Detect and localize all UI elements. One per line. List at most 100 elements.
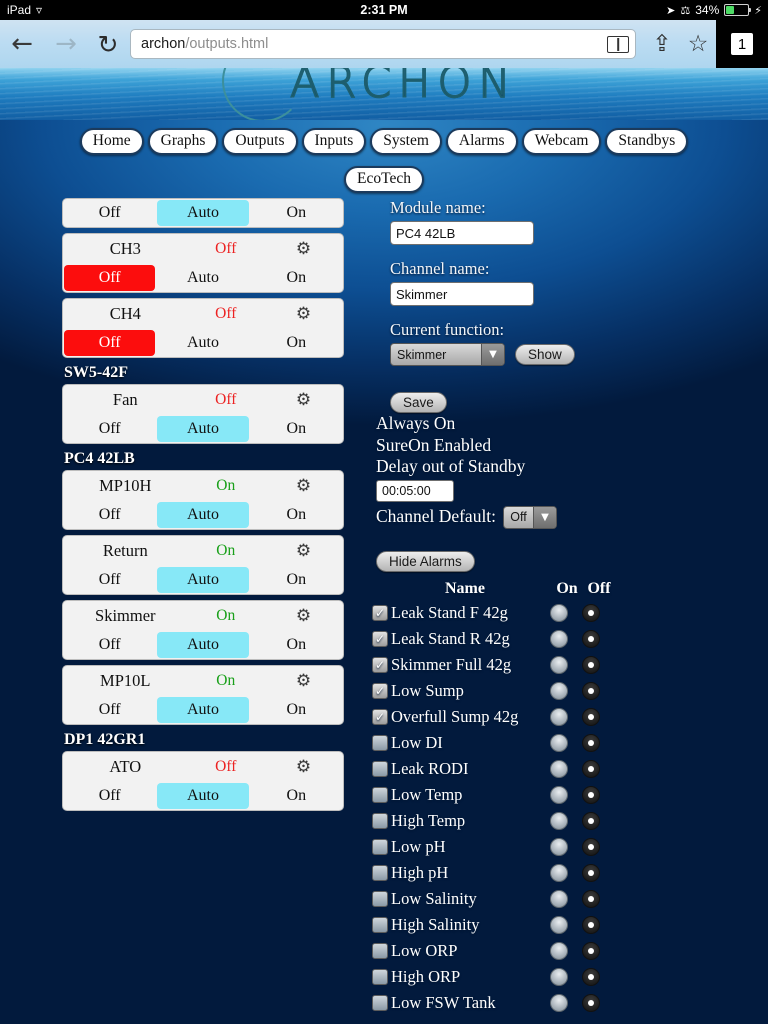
nav-item-alarms[interactable]: Alarms	[445, 128, 518, 155]
nav-item-webcam[interactable]: Webcam	[521, 128, 602, 155]
forward-arrow-icon[interactable]: →	[44, 31, 88, 57]
alarm-radio-on[interactable]	[550, 681, 568, 700]
alarm-radio-off[interactable]	[582, 759, 600, 778]
alarm-checkbox[interactable]: ✓	[372, 630, 388, 647]
mode-on-button[interactable]: On	[251, 265, 342, 291]
alarm-radio-off[interactable]	[582, 889, 600, 908]
share-icon[interactable]: ⇪	[644, 32, 680, 56]
back-arrow-icon[interactable]: ←	[0, 31, 44, 57]
alarm-radio-on[interactable]	[550, 759, 568, 778]
mode-on-button[interactable]: On	[251, 632, 342, 658]
alarm-radio-off[interactable]	[582, 993, 600, 1012]
address-bar[interactable]: archon /outputs.html	[130, 29, 636, 59]
mode-off-button[interactable]: Off	[64, 330, 156, 356]
alarm-radio-on[interactable]	[550, 603, 568, 622]
mode-off-button[interactable]: Off	[64, 265, 156, 291]
mode-on-button[interactable]: On	[251, 330, 342, 356]
mode-on-button[interactable]: On	[251, 200, 342, 226]
alarm-radio-off[interactable]	[582, 681, 600, 700]
gear-icon[interactable]: ⚙	[270, 758, 337, 776]
alarm-radio-off[interactable]	[582, 967, 600, 986]
mode-off-button[interactable]: Off	[64, 416, 155, 442]
output-card[interactable]: ATO Off ⚙ Off Auto On	[62, 751, 344, 811]
mode-off-button[interactable]: Off	[64, 502, 155, 528]
output-card[interactable]: Skimmer On ⚙ Off Auto On	[62, 600, 344, 660]
alarm-radio-on[interactable]	[550, 941, 568, 960]
mode-auto-button[interactable]: Auto	[157, 632, 249, 658]
output-card[interactable]: Return On ⚙ Off Auto On	[62, 535, 344, 595]
output-card[interactable]: CH3 Off ⚙ Off Auto On	[62, 233, 344, 293]
mode-on-button[interactable]: On	[251, 502, 342, 528]
alarm-checkbox[interactable]	[372, 786, 388, 803]
alarm-radio-off[interactable]	[582, 629, 600, 648]
alarm-radio-on[interactable]	[550, 889, 568, 908]
mode-auto-button[interactable]: Auto	[157, 502, 249, 528]
alarm-radio-on[interactable]	[550, 967, 568, 986]
mode-on-button[interactable]: On	[251, 697, 342, 723]
alarm-radio-on[interactable]	[550, 733, 568, 752]
nav-item-outputs[interactable]: Outputs	[222, 128, 298, 155]
alarm-radio-on[interactable]	[550, 993, 568, 1012]
save-button[interactable]: Save	[390, 392, 447, 413]
gear-icon[interactable]: ⚙	[270, 240, 337, 258]
output-card[interactable]: CH4 Off ⚙ Off Auto On	[62, 298, 344, 358]
gear-icon[interactable]: ⚙	[270, 542, 337, 560]
alarm-checkbox[interactable]	[372, 968, 388, 985]
output-card[interactable]: MP10L On ⚙ Off Auto On	[62, 665, 344, 725]
alarm-radio-off[interactable]	[582, 733, 600, 752]
alarm-radio-off[interactable]	[582, 655, 600, 674]
mode-auto-button[interactable]: Auto	[157, 265, 248, 291]
tab-count-button[interactable]: 1	[716, 20, 768, 68]
nav-item-inputs[interactable]: Inputs	[301, 128, 367, 155]
alarm-radio-off[interactable]	[582, 915, 600, 934]
alarm-checkbox[interactable]	[372, 812, 388, 829]
alarm-radio-on[interactable]	[550, 811, 568, 830]
alarm-checkbox[interactable]: ✓	[372, 682, 388, 699]
alarm-radio-off[interactable]	[582, 785, 600, 804]
alarm-checkbox[interactable]: ✓	[372, 656, 388, 673]
mode-off-button[interactable]: Off	[64, 632, 155, 658]
alarm-radio-on[interactable]	[550, 785, 568, 804]
mode-auto-button[interactable]: Auto	[157, 567, 249, 593]
mode-auto-button[interactable]: Auto	[157, 697, 249, 723]
nav-item-system[interactable]: System	[370, 128, 442, 155]
mode-on-button[interactable]: On	[251, 416, 342, 442]
gear-icon[interactable]: ⚙	[270, 305, 337, 323]
mode-off-button[interactable]: Off	[64, 200, 155, 226]
alarm-checkbox[interactable]	[372, 994, 388, 1011]
alarm-radio-on[interactable]	[550, 915, 568, 934]
alarm-radio-off[interactable]	[582, 837, 600, 856]
alarm-checkbox[interactable]: ✓	[372, 604, 388, 621]
output-card[interactable]: Fan Off ⚙ Off Auto On	[62, 384, 344, 444]
channel-name-input[interactable]	[390, 282, 534, 306]
mode-on-button[interactable]: On	[251, 783, 342, 809]
mode-auto-button[interactable]: Auto	[157, 330, 248, 356]
gear-icon[interactable]: ⚙	[270, 391, 337, 409]
nav-item-graphs[interactable]: Graphs	[147, 128, 219, 155]
alarm-checkbox[interactable]	[372, 864, 388, 881]
bookmark-star-icon[interactable]: ☆	[680, 32, 716, 56]
alarm-radio-on[interactable]	[550, 863, 568, 882]
outputs-list[interactable]: Off Auto On CH3 Off ⚙ Off Auto On CH4 Off ⚙ Off Auto O…	[62, 198, 344, 870]
alarm-checkbox[interactable]	[372, 942, 388, 959]
module-name-input[interactable]	[390, 221, 534, 245]
alarm-checkbox[interactable]: ✓	[372, 708, 388, 725]
mode-off-button[interactable]: Off	[64, 783, 155, 809]
alarm-radio-on[interactable]	[550, 707, 568, 726]
gear-icon[interactable]: ⚙	[270, 672, 337, 690]
nav-item-ecotech[interactable]: EcoTech	[344, 166, 424, 193]
alarm-checkbox[interactable]	[372, 916, 388, 933]
mode-auto-button[interactable]: Auto	[157, 416, 249, 442]
nav-item-home[interactable]: Home	[79, 128, 144, 155]
mode-auto-button[interactable]: Auto	[157, 200, 249, 226]
alarm-radio-off[interactable]	[582, 811, 600, 830]
alarm-checkbox[interactable]	[372, 890, 388, 907]
alarm-radio-off[interactable]	[582, 863, 600, 882]
alarm-radio-off[interactable]	[582, 707, 600, 726]
gear-icon[interactable]: ⚙	[270, 477, 337, 495]
alarm-radio-off[interactable]	[582, 941, 600, 960]
alarm-radio-on[interactable]	[550, 837, 568, 856]
output-card[interactable]: MP10H On ⚙ Off Auto On	[62, 470, 344, 530]
nav-item-standbys[interactable]: Standbys	[605, 128, 689, 155]
delay-out-of-standby-input[interactable]	[376, 479, 454, 502]
